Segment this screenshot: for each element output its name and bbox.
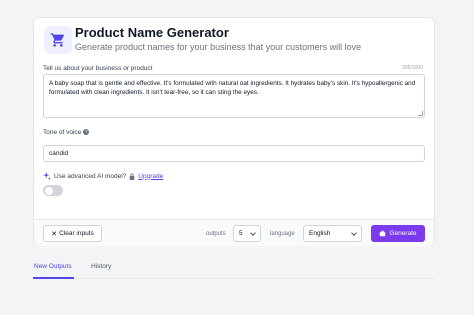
chevron-down-icon xyxy=(250,230,256,236)
tone-input[interactable]: candid xyxy=(43,145,425,162)
outputs-select[interactable]: 5 xyxy=(233,225,261,242)
lock-icon xyxy=(129,173,135,180)
outputs-value: 5 xyxy=(239,230,243,237)
clear-inputs-button[interactable]: ✕ Clear inputs xyxy=(43,225,102,242)
advanced-label: Use advanced AI model? xyxy=(54,172,127,180)
shopping-cart-icon xyxy=(44,26,72,54)
tab-new-outputs[interactable]: New Outputs xyxy=(34,263,72,270)
about-label: Tell us about your business or product xyxy=(43,65,153,72)
outputs-label: outputs xyxy=(206,231,226,237)
tone-label-text: Tone of voice xyxy=(43,129,82,136)
tabs-divider xyxy=(33,278,435,279)
tab-history[interactable]: History xyxy=(91,263,111,270)
chevron-down-icon xyxy=(351,230,357,236)
generator-header: Product Name Generator Generate product … xyxy=(34,18,434,64)
generator-card: Product Name Generator Generate product … xyxy=(33,17,435,246)
magic-icon xyxy=(379,230,386,237)
about-text: A baby soap that is gentle and effective… xyxy=(49,80,416,96)
about-textarea[interactable]: A baby soap that is gentle and effective… xyxy=(43,74,425,118)
generate-button[interactable]: Generate xyxy=(371,225,425,242)
close-icon: ✕ xyxy=(51,230,58,238)
character-counter: 305/1000 xyxy=(402,65,423,71)
tone-label: Tone of voice? xyxy=(43,129,90,136)
sparkle-icon xyxy=(43,172,51,180)
language-select[interactable]: English xyxy=(303,225,362,242)
page-subtitle: Generate product names for your business… xyxy=(75,42,362,52)
language-value: English xyxy=(309,230,331,237)
info-icon[interactable]: ? xyxy=(83,129,90,136)
page-title: Product Name Generator xyxy=(75,25,229,40)
generate-label: Generate xyxy=(389,230,417,237)
active-tab-indicator xyxy=(33,277,74,279)
upgrade-link[interactable]: Upgrade xyxy=(138,173,163,180)
advanced-model-toggle[interactable] xyxy=(43,185,63,196)
language-label: language xyxy=(270,231,295,237)
resize-handle[interactable] xyxy=(418,111,423,116)
toggle-knob xyxy=(44,186,53,195)
advanced-model-row: Use advanced AI model? Upgrade xyxy=(43,172,163,180)
action-footer: ✕ Clear inputs outputs 5 language Englis… xyxy=(34,219,434,246)
clear-inputs-label: Clear inputs xyxy=(59,230,94,237)
